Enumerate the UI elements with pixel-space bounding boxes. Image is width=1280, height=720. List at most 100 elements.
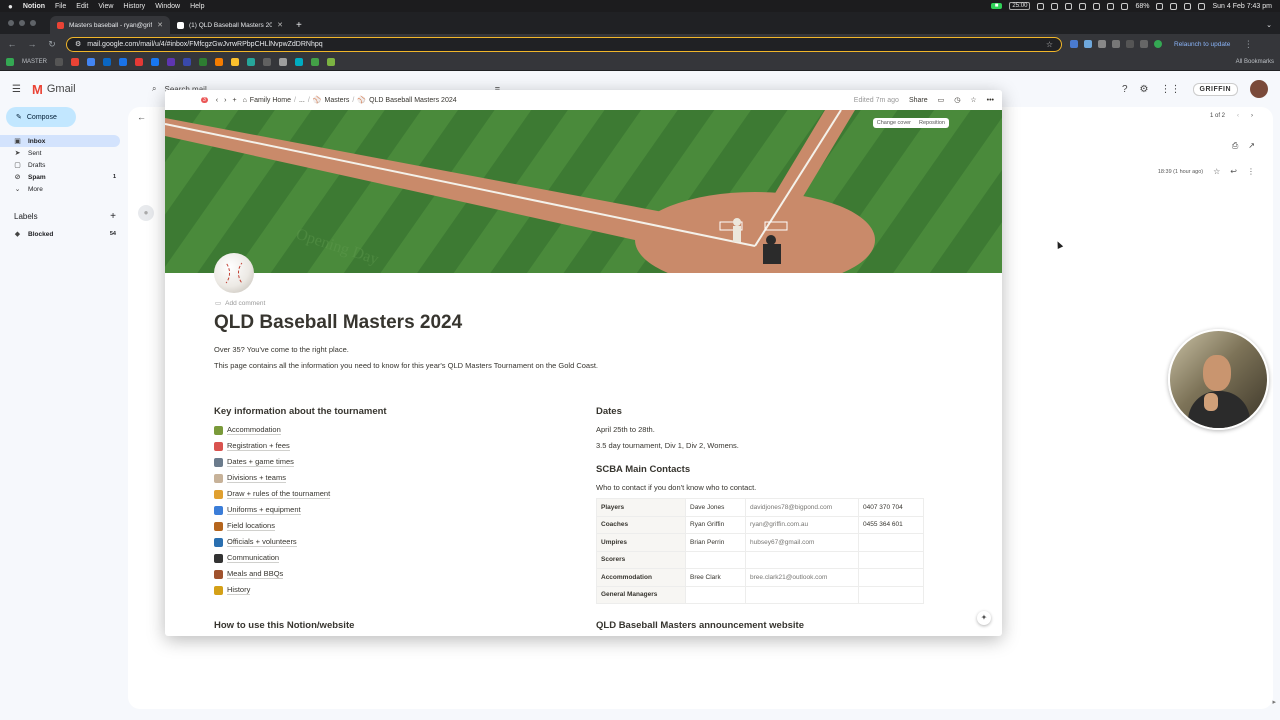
bookmark-icon[interactable] — [311, 58, 320, 66]
contact-role[interactable]: Umpires — [596, 533, 686, 552]
compose-button[interactable]: ✎ Compose — [6, 107, 76, 127]
bookmark-icon[interactable] — [151, 58, 160, 66]
menu-app-name[interactable]: Notion — [23, 3, 45, 10]
key-info-link[interactable]: Registration + fees — [214, 438, 574, 454]
close-window-button[interactable] — [8, 20, 14, 26]
print-icon[interactable]: ⎙ — [1232, 141, 1238, 151]
forward-arrow-icon[interactable]: → — [26, 39, 38, 49]
page-title[interactable]: QLD Baseball Masters 2024 — [214, 312, 462, 334]
breadcrumb-item[interactable]: Masters — [325, 97, 350, 104]
bookmark-icon[interactable] — [55, 58, 64, 66]
contact-phone[interactable] — [858, 568, 924, 587]
status-icon[interactable] — [1051, 2, 1059, 10]
extension-icon[interactable] — [1112, 40, 1120, 48]
bookmark-icon[interactable] — [135, 58, 144, 66]
contact-name[interactable]: Ryan Griffin — [685, 515, 746, 534]
key-info-link[interactable]: Meals and BBQs — [214, 566, 574, 582]
status-icon[interactable] — [1107, 2, 1115, 10]
bookmark-star-icon[interactable]: ☆ — [1046, 40, 1053, 49]
contact-email[interactable]: hubsey67@gmail.com — [745, 533, 859, 552]
contact-email[interactable]: davidjones78@bigpond.com — [745, 498, 859, 517]
favorite-star-icon[interactable]: ☆ — [970, 96, 976, 104]
battery-percent[interactable]: 68% — [1135, 3, 1149, 10]
bookmark-icon[interactable] — [295, 58, 304, 66]
add-label-button[interactable]: + — [110, 211, 116, 222]
bookmark-icon[interactable] — [327, 58, 336, 66]
close-tab-icon[interactable]: ✕ — [277, 21, 283, 29]
notification-badge[interactable]: 3 — [201, 97, 208, 103]
status-icon[interactable] — [1079, 2, 1087, 10]
bookmark-icon[interactable] — [215, 58, 224, 66]
add-comment-button[interactable]: ▭ Add comment — [215, 299, 265, 308]
contact-email[interactable]: bree.clark21@outlook.com — [745, 568, 859, 587]
contact-role[interactable]: Accommodation — [596, 568, 686, 587]
key-info-link[interactable]: Uniforms + equipment — [214, 502, 574, 518]
focus-timer[interactable]: 25:00 — [1009, 2, 1031, 10]
contact-email[interactable] — [745, 550, 859, 569]
change-cover-button[interactable]: Change cover — [873, 118, 915, 128]
bookmark-master[interactable]: MASTER — [22, 59, 47, 65]
close-tab-icon[interactable]: ✕ — [157, 21, 163, 29]
extension-icon[interactable] — [1084, 40, 1092, 48]
tab-search-icon[interactable]: ⌄ — [1266, 16, 1272, 34]
add-page-icon[interactable]: + — [232, 97, 236, 104]
next-message-icon[interactable]: › — [1251, 113, 1253, 119]
avatar[interactable] — [1250, 80, 1268, 98]
bookmark-icon[interactable] — [119, 58, 128, 66]
key-info-link[interactable]: History — [214, 582, 574, 598]
label-item-blocked[interactable]: ◆ Blocked 54 — [0, 228, 120, 240]
status-icon[interactable] — [1037, 2, 1045, 10]
profile-avatar[interactable] — [1154, 40, 1162, 48]
battery-icon[interactable] — [1156, 2, 1164, 10]
extensions-puzzle-icon[interactable] — [1126, 40, 1134, 48]
menubar-clock[interactable]: Sun 4 Feb 7:43 pm — [1212, 3, 1272, 10]
clock-history-icon[interactable]: ◷ — [954, 96, 960, 104]
key-info-link[interactable]: Draw + rules of the tournament — [214, 486, 574, 502]
control-center-icon[interactable] — [1198, 2, 1206, 10]
contact-name[interactable]: Brian Perrin — [685, 533, 746, 552]
minimize-window-button[interactable] — [19, 20, 25, 26]
key-info-link[interactable]: Accommodation — [214, 422, 574, 438]
contact-name[interactable]: Bree Clark — [685, 568, 746, 587]
status-icon[interactable] — [1121, 2, 1129, 10]
tab-notion[interactable]: (1) QLD Baseball Masters 20 ✕ — [170, 16, 290, 34]
menu-edit[interactable]: Edit — [76, 3, 88, 10]
bookmark-icon[interactable] — [247, 58, 256, 66]
all-bookmarks[interactable]: All Bookmarks — [1236, 59, 1274, 65]
reposition-button[interactable]: Reposition — [915, 118, 949, 128]
contact-email[interactable] — [745, 585, 859, 604]
breadcrumb-item[interactable]: Family Home — [250, 97, 291, 104]
relaunch-button[interactable]: Relaunch to update — [1170, 39, 1234, 50]
search-icon[interactable] — [1184, 2, 1192, 10]
side-panel-icon[interactable] — [1140, 40, 1148, 48]
contact-name[interactable] — [685, 585, 746, 604]
notion-ai-sparkle-icon[interactable]: ✦ — [977, 611, 991, 625]
tab-gmail[interactable]: Masters baseball - ryan@griffi ✕ — [50, 16, 170, 34]
main-menu-icon[interactable]: ☰ — [12, 84, 22, 95]
extension-icon[interactable] — [1070, 40, 1078, 48]
comment-icon[interactable]: ▭ — [938, 96, 945, 104]
apple-icon[interactable]: ● — [8, 2, 13, 11]
address-bar[interactable]: ⚙ mail.google.com/mail/u/4/#inbox/FMfcgz… — [66, 36, 1062, 52]
menu-help[interactable]: Help — [190, 3, 204, 10]
bookmark-icon[interactable] — [87, 58, 96, 66]
contact-phone[interactable] — [858, 550, 924, 569]
status-icon[interactable] — [1093, 2, 1101, 10]
camera-icon[interactable]: ■ — [990, 3, 1003, 9]
menu-view[interactable]: View — [98, 3, 113, 10]
menu-window[interactable]: Window — [155, 3, 180, 10]
apps-grid-icon[interactable]: ⋮⋮ — [1161, 84, 1181, 95]
key-info-link[interactable]: Field locations — [214, 518, 574, 534]
more-options-icon[interactable]: ••• — [987, 97, 994, 104]
new-tab-button[interactable]: + — [296, 16, 302, 34]
contact-role[interactable]: General Managers — [596, 585, 686, 604]
bookmark-icon[interactable] — [279, 58, 288, 66]
contact-phone[interactable] — [858, 533, 924, 552]
sidebar-item-drafts[interactable]: ▢ Drafts — [0, 159, 120, 171]
bookmark-icon[interactable] — [71, 58, 80, 66]
star-icon[interactable]: ☆ — [1213, 167, 1220, 176]
bookmark-icon[interactable] — [183, 58, 192, 66]
more-options-icon[interactable]: ⋮ — [1247, 167, 1255, 176]
previous-message-icon[interactable]: ‹ — [1237, 113, 1239, 119]
contact-phone[interactable]: 0455 364 601 — [858, 515, 924, 534]
